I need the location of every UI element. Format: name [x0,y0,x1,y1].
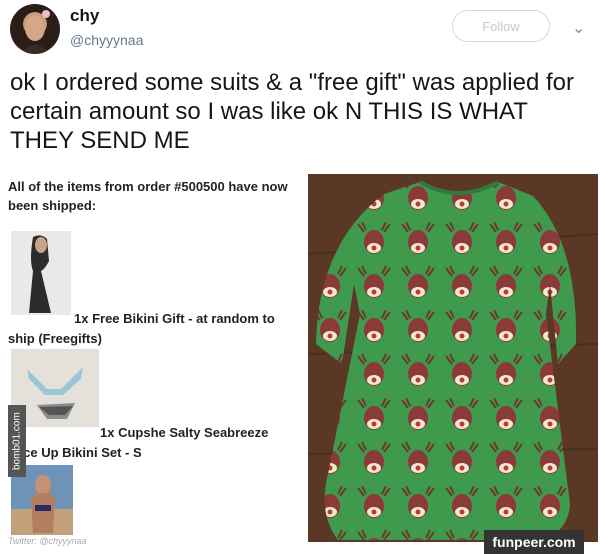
side-watermark: bomb01.com [8,405,26,477]
twitter-credit: Twitter: @chyyynaa [8,536,87,546]
avatar[interactable] [10,4,60,54]
site-watermark: funpeer.com [484,530,584,554]
display-name[interactable]: chy [70,6,99,26]
chevron-down-icon[interactable]: ⌄ [572,18,585,38]
product-thumbnail [11,231,71,315]
follow-button[interactable]: Follow [452,10,550,42]
user-handle[interactable]: @chyyynaa [70,32,143,48]
order-item: 1x Free Bikini Gift - at random to ship … [8,311,275,346]
email-intro: All of the items from order #500500 have… [8,179,288,213]
avatar-image [20,10,50,54]
order-item: 1x Cupshe Salty Seabreeze Lace Up Bikini… [8,425,269,460]
email-screenshot: All of the items from order #500500 have… [8,173,303,551]
tweet-text: ok I ordered some suits & a "free gift" … [10,69,574,154]
dress-photo [308,174,598,542]
